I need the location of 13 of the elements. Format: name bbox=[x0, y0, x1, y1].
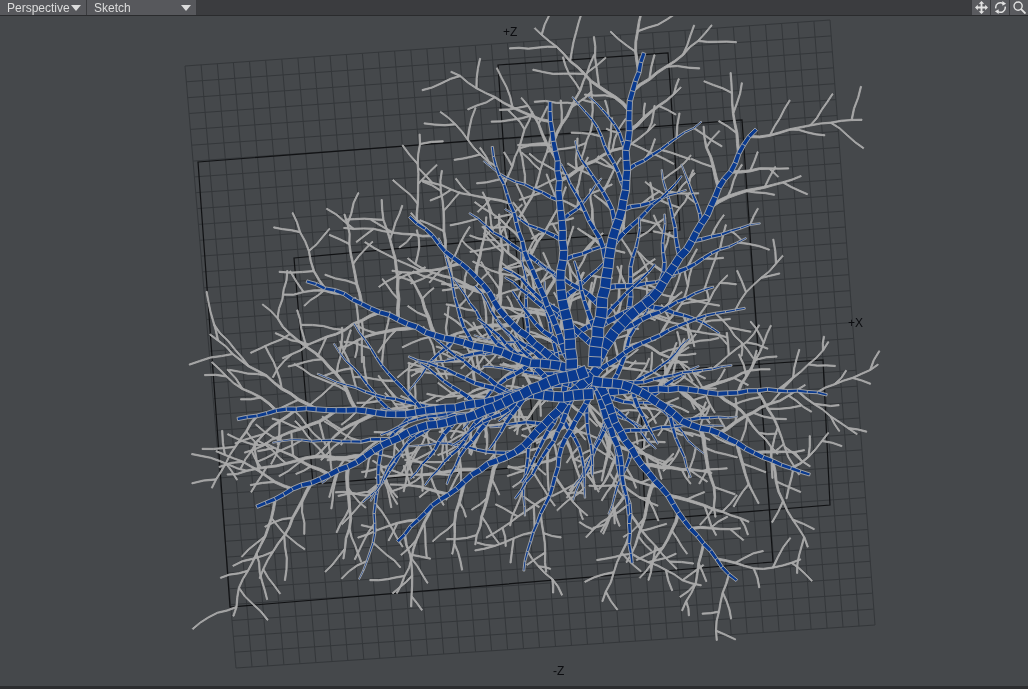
render-style-dropdown[interactable]: Sketch bbox=[87, 0, 197, 15]
zoom-button[interactable] bbox=[1009, 0, 1028, 15]
caret-icon bbox=[71, 4, 81, 11]
rotate-arrows-icon bbox=[993, 1, 1007, 14]
axis-label: +X bbox=[848, 316, 863, 330]
rotate-button[interactable] bbox=[990, 0, 1009, 15]
magnifier-icon bbox=[1012, 1, 1026, 14]
view-mode-dropdown[interactable]: Perspective bbox=[0, 0, 87, 15]
move-button[interactable] bbox=[971, 0, 990, 15]
axis-label: -Z bbox=[553, 664, 565, 678]
axis-label: +Z bbox=[503, 25, 518, 39]
move-arrows-icon bbox=[974, 1, 988, 14]
caret-icon bbox=[181, 4, 191, 11]
